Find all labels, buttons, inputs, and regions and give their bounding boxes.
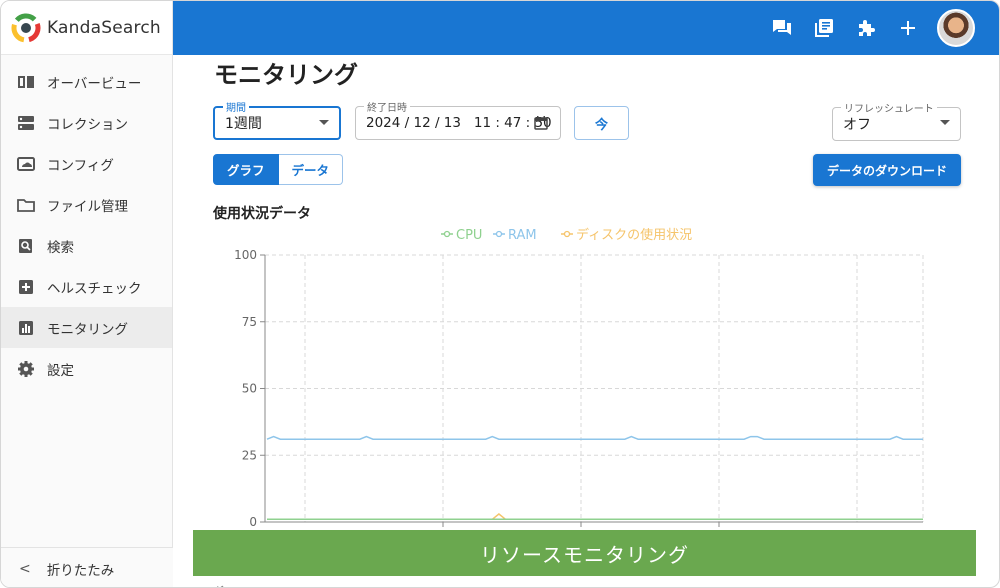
end-datetime-value: 2024 / 12 / 13 11 : 47 : 50 (366, 115, 552, 131)
download-data-button[interactable]: データのダウンロード (813, 154, 961, 186)
y-tick-label: 50 (242, 382, 257, 396)
collapse-label: 折りたたみ (46, 562, 115, 579)
legend-label: ディスクの使用状況 (576, 227, 692, 243)
library-books-icon[interactable] (813, 17, 835, 39)
kandasearch-logo-icon (11, 13, 41, 42)
usage-line-chart: CPU RAM ディスクの使用状況 0 25 50 75 100 (234, 227, 924, 529)
bar-chart-icon (17, 319, 35, 337)
chevron-left-icon: < (19, 560, 31, 577)
y-tick-label: 25 (242, 448, 257, 462)
period-value: 1週間 (225, 116, 262, 132)
sidebar: KandaSearch オーバービュー コレクション コンフィグ ファイル管理 … (1, 1, 173, 587)
sidebar-item-settings[interactable]: 設定 (1, 348, 172, 389)
main-content: モニタリング 期間 1週間 終了日時 2024 / 12 / 13 11 : 4… (173, 55, 999, 587)
y-tick-label: 0 (249, 515, 257, 529)
sidebar-item-overview[interactable]: オーバービュー (1, 61, 172, 102)
view-toggle: グラフ データ (213, 154, 344, 185)
sidebar-item-collection[interactable]: コレクション (1, 102, 172, 143)
sidebar-item-label: モニタリング (47, 321, 128, 338)
plus-square-icon (17, 278, 35, 296)
caret-down-icon (940, 120, 950, 125)
sidebar-item-label: ヘルスチェック (47, 280, 142, 297)
refresh-rate-select[interactable]: リフレッシュレート オフ (832, 100, 961, 141)
series-line (266, 435, 923, 440)
app-window: KandaSearch オーバービュー コレクション コンフィグ ファイル管理 … (0, 0, 1000, 588)
series-line (267, 513, 923, 521)
sidebar-nav: オーバービュー コレクション コンフィグ ファイル管理 検索 ヘルスチェック モ… (1, 55, 172, 389)
legend-marker (443, 230, 451, 238)
sidebar-item-label: コンフィグ (47, 157, 114, 174)
tab-data[interactable]: データ (278, 154, 344, 185)
legend-label: CPU (456, 228, 482, 243)
book-icon (17, 73, 35, 91)
tab-graph[interactable]: グラフ (213, 154, 279, 185)
storage-icon (17, 114, 35, 132)
sidebar-item-label: オーバービュー (47, 75, 142, 92)
caret-down-icon (319, 120, 329, 125)
legend-label: RAM (508, 228, 537, 243)
sidebar-item-label: ファイル管理 (47, 198, 128, 215)
end-datetime-label: 終了日時 (364, 99, 410, 114)
search-doc-icon (17, 237, 35, 255)
now-button[interactable]: 今 (574, 106, 629, 140)
top-app-bar (173, 1, 999, 55)
legend-marker (563, 230, 571, 238)
refresh-rate-label: リフレッシュレート (841, 100, 937, 115)
resource-monitoring-banner: リソースモニタリング (193, 530, 976, 576)
folder-icon (17, 196, 35, 214)
sidebar-item-label: コレクション (47, 116, 128, 133)
forum-icon[interactable] (771, 17, 793, 39)
sidebar-item-label: 検索 (47, 239, 74, 256)
period-select[interactable]: 期間 1週間 (213, 99, 341, 140)
end-datetime-field[interactable]: 終了日時 2024 / 12 / 13 11 : 47 : 50 (355, 99, 561, 140)
sidebar-item-monitoring[interactable]: モニタリング (1, 307, 172, 348)
sidebar-item-file-management[interactable]: ファイル管理 (1, 184, 172, 225)
sidebar-item-search[interactable]: 検索 (1, 225, 172, 266)
y-tick-label: 75 (242, 315, 257, 329)
sidebar-item-config[interactable]: コンフィグ (1, 143, 172, 184)
puzzle-icon[interactable] (855, 17, 877, 39)
page-title: モニタリング (214, 61, 358, 89)
period-label: 期間 (223, 99, 249, 114)
gear-icon (17, 360, 35, 378)
y-tick-label: 100 (234, 248, 257, 262)
collapse-sidebar-button[interactable]: < 折りたたみ (1, 547, 173, 587)
refresh-rate-value: オフ (843, 117, 871, 133)
add-icon[interactable] (897, 17, 919, 39)
legend-marker (495, 230, 503, 238)
brand-name: KandaSearch (47, 17, 161, 38)
cloud-icon (17, 155, 35, 173)
brand[interactable]: KandaSearch (1, 1, 172, 55)
sidebar-item-health-check[interactable]: ヘルスチェック (1, 266, 172, 307)
cut-off-text: グ (213, 583, 224, 587)
user-avatar[interactable] (937, 9, 975, 47)
calendar-icon[interactable] (534, 116, 548, 134)
sidebar-item-label: 設定 (47, 362, 74, 379)
